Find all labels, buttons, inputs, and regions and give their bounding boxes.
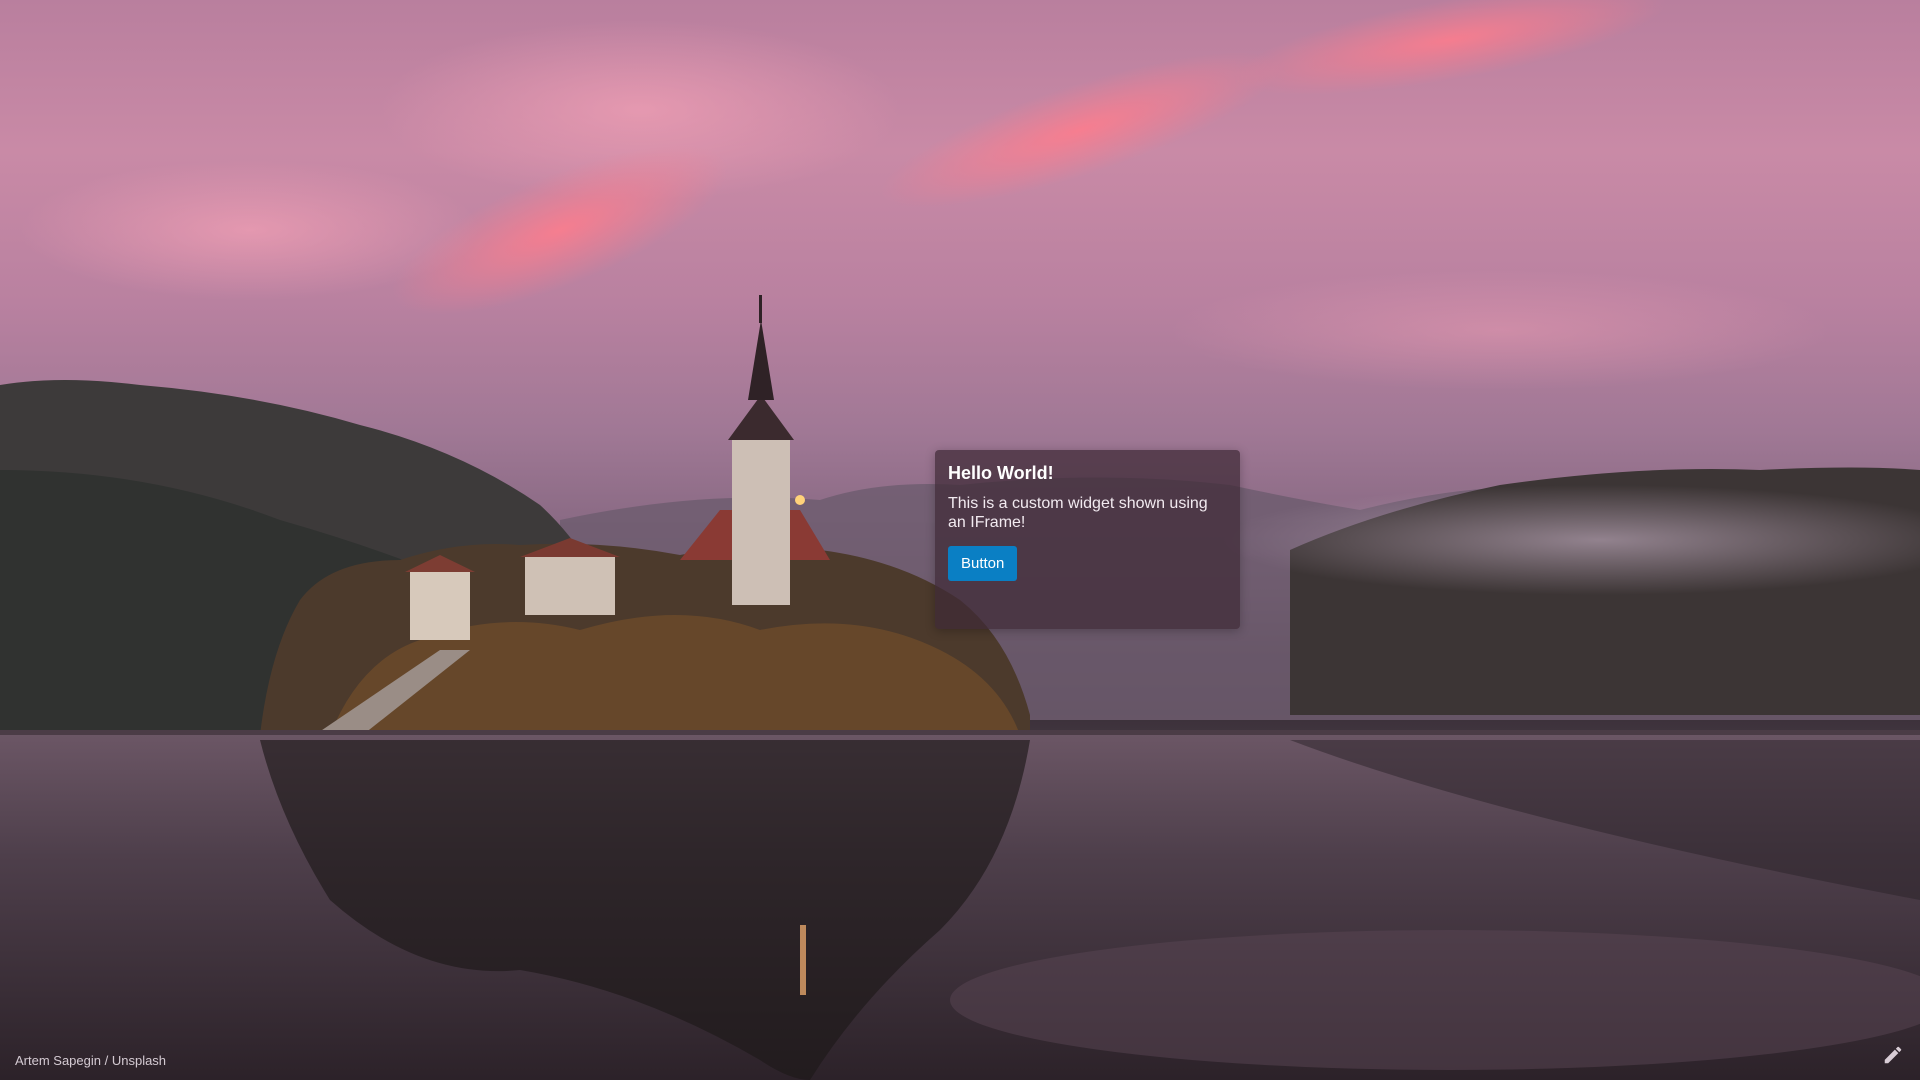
photo-author-link[interactable]: Artem Sapegin bbox=[15, 1053, 101, 1068]
custom-iframe-widget: Hello World! This is a custom widget sho… bbox=[935, 450, 1240, 629]
pencil-icon bbox=[1884, 1046, 1902, 1064]
widget-title: Hello World! bbox=[948, 463, 1054, 483]
edit-button[interactable] bbox=[1882, 1044, 1904, 1066]
widget-description: This is a custom widget shown using an I… bbox=[948, 495, 1208, 531]
desktop-background: Hello World! This is a custom widget sho… bbox=[0, 0, 1920, 1080]
credit-separator: / bbox=[101, 1053, 112, 1068]
photo-credit: Artem Sapegin / Unsplash bbox=[15, 1053, 166, 1068]
widget-button[interactable]: Button bbox=[948, 546, 1018, 581]
photo-source-link[interactable]: Unsplash bbox=[112, 1053, 166, 1068]
